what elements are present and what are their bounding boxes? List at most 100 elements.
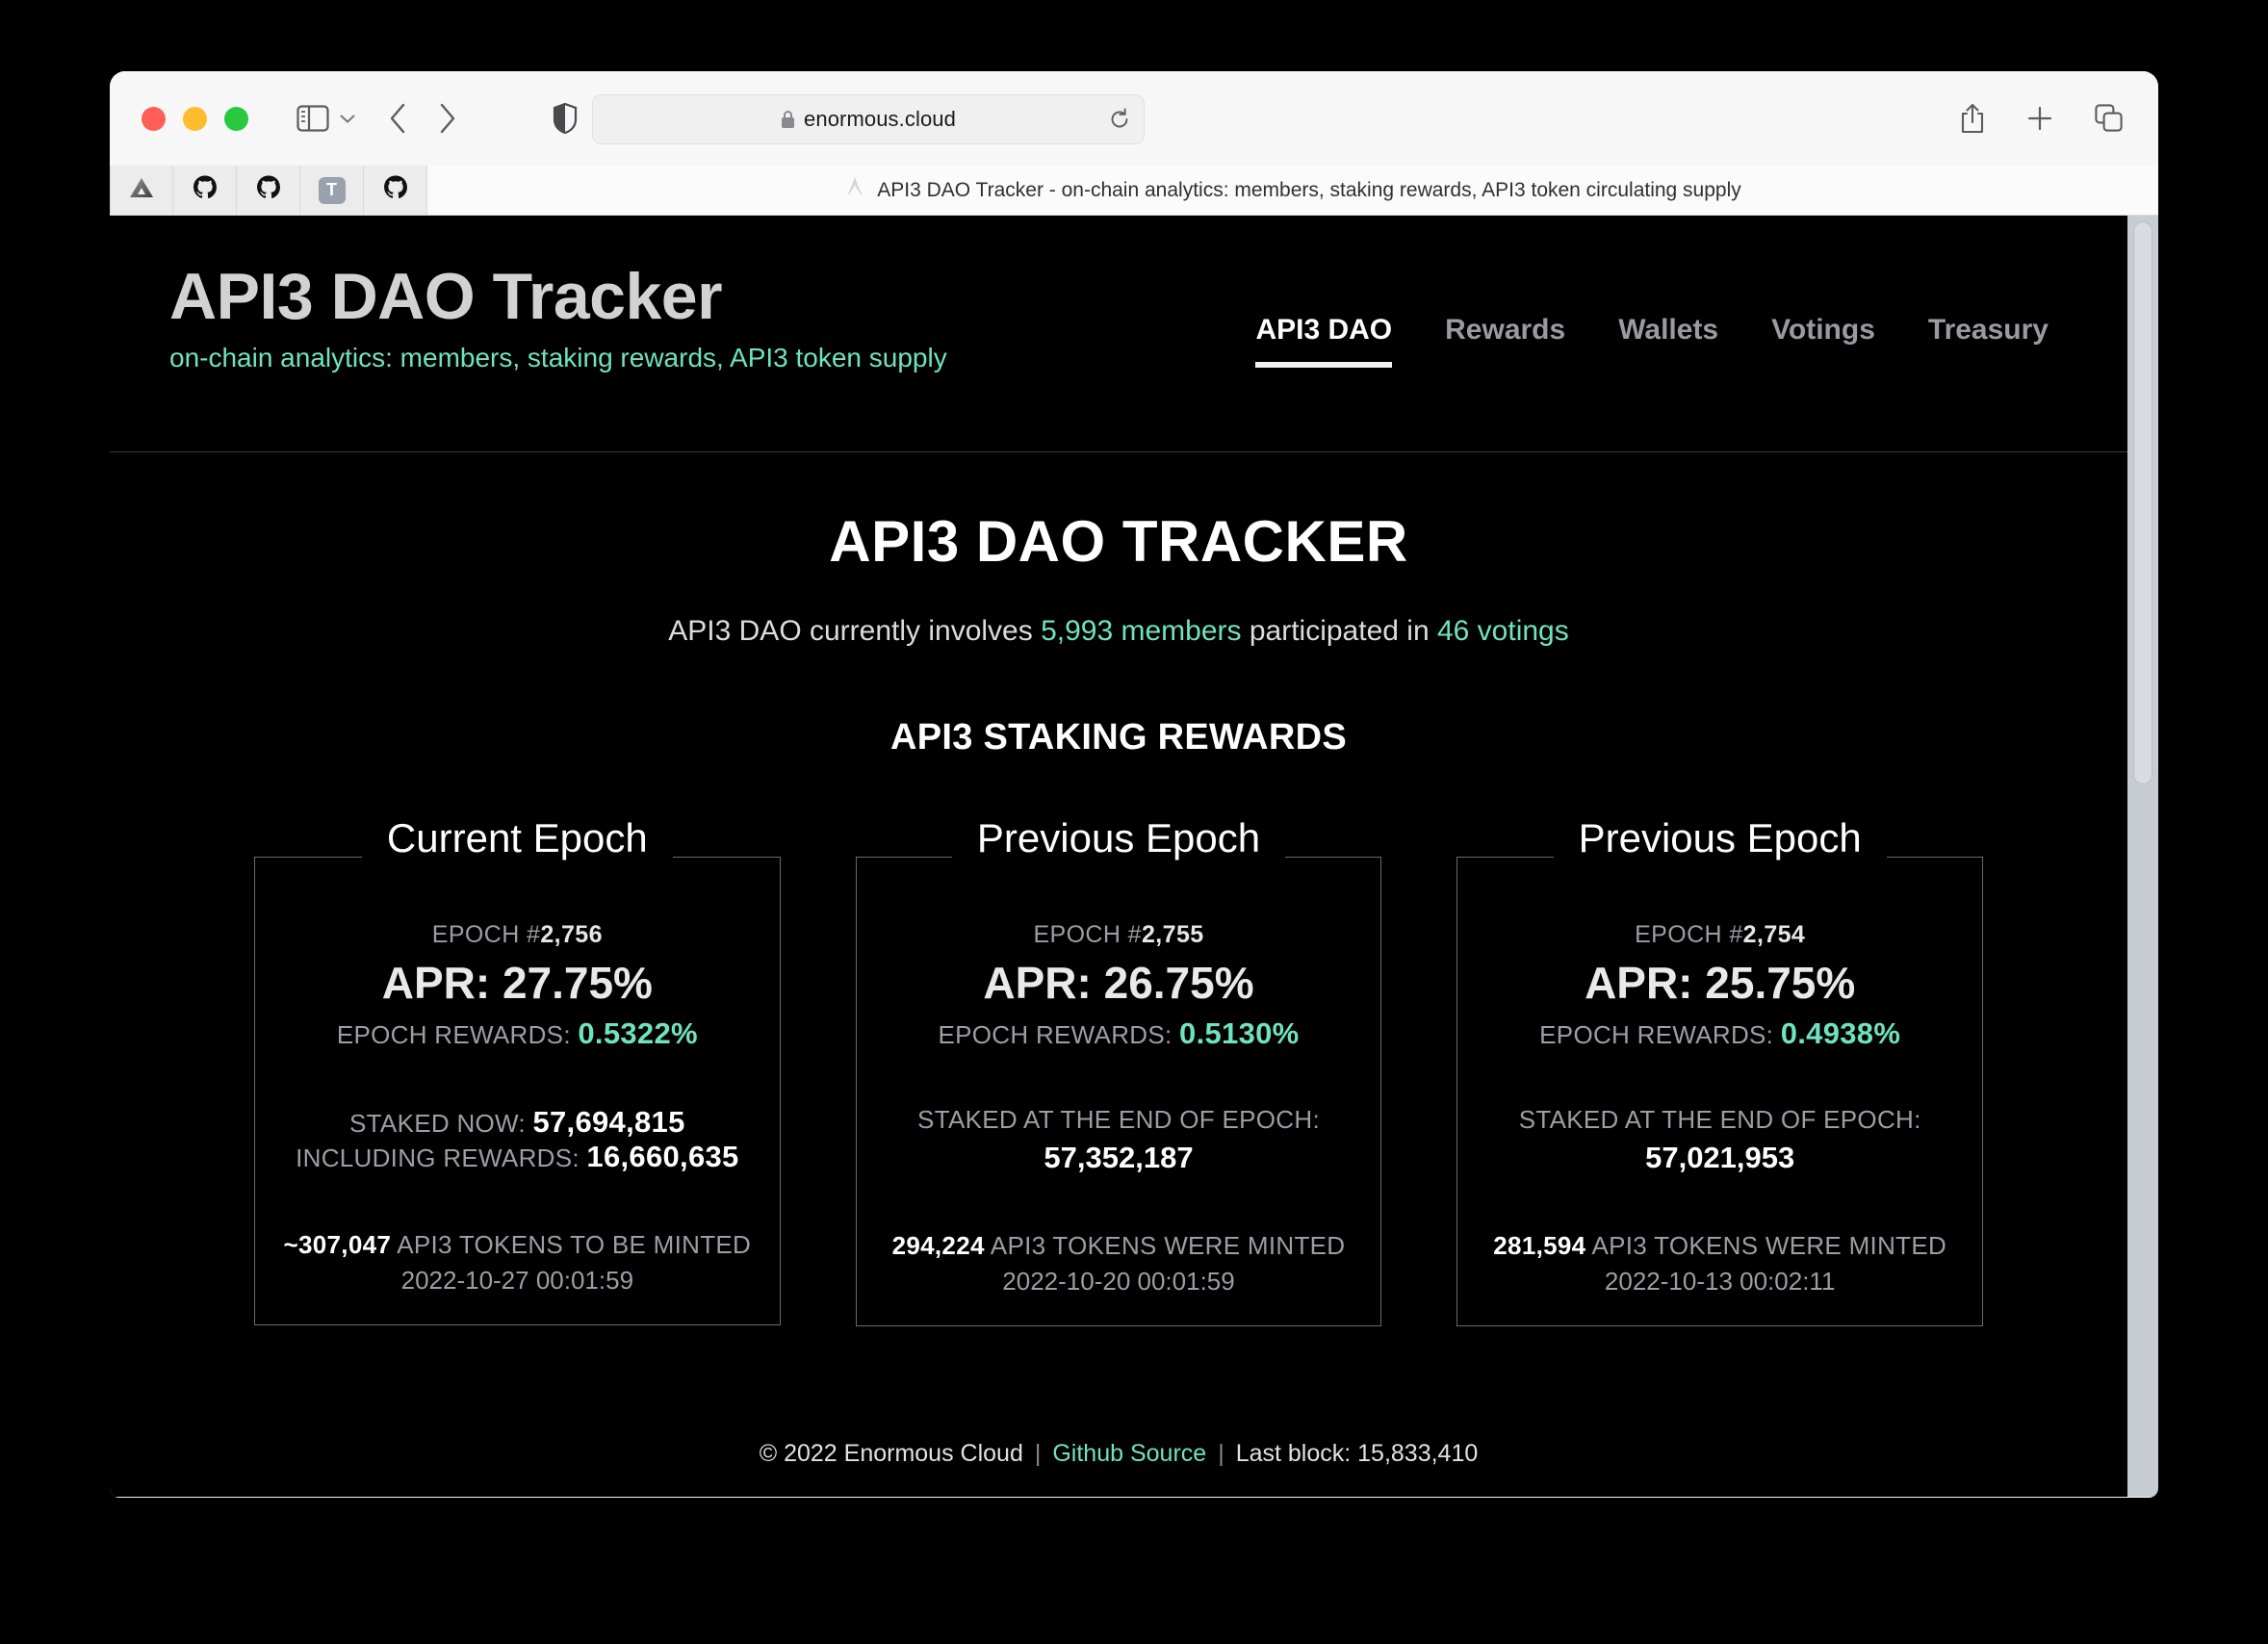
involvement-summary: API3 DAO currently involves 5,993 member… — [110, 615, 2127, 648]
epoch-rewards-label: EPOCH REWARDS: — [336, 1020, 579, 1049]
copyright-text: © 2022 Enormous Cloud — [759, 1440, 1023, 1467]
minted-date: 2022-10-13 00:02:11 — [1604, 1267, 1836, 1296]
epoch-card-previous-1: Previous Epoch EPOCH #2,755 APR: 26.75% … — [855, 787, 1382, 1326]
minted-block: 281,594 API3 TOKENS WERE MINTED 2022-10-… — [1477, 1231, 1963, 1297]
minted-line: ~307,047 API3 TOKENS TO BE MINTED — [274, 1230, 760, 1260]
staked-now-line: STAKED NOW: 57,694,815 — [274, 1105, 760, 1140]
minted-value: 281,594 — [1493, 1231, 1586, 1260]
lock-icon — [781, 110, 795, 129]
brand-block: API3 DAO Tracker on-chain analytics: mem… — [152, 262, 947, 373]
minted-value: 294,224 — [891, 1231, 985, 1260]
footer-divider: | — [1218, 1440, 1224, 1467]
epoch-card-frame: EPOCH #2,754 APR: 25.75% EPOCH REWARDS: … — [1456, 857, 1984, 1326]
github-icon — [383, 175, 408, 205]
epoch-rewards-line: EPOCH REWARDS: 0.4938% — [1477, 1016, 1963, 1051]
epoch-card-current: Current Epoch EPOCH #2,756 APR: 27.75% E… — [254, 787, 781, 1326]
github-icon — [193, 175, 218, 205]
epoch-rewards-label: EPOCH REWARDS: — [1539, 1020, 1781, 1049]
involvement-prefix: API3 DAO currently involves — [668, 615, 1042, 647]
minted-date: 2022-10-27 00:01:59 — [400, 1266, 634, 1295]
address-bar[interactable]: enormous.cloud — [592, 94, 1145, 144]
epoch-rewards-line: EPOCH REWARDS: 0.5322% — [274, 1016, 760, 1051]
letter-t-icon: T — [318, 176, 346, 204]
site-title: API3 DAO Tracker — [169, 260, 723, 333]
members-link[interactable]: 5,993 members — [1041, 615, 1241, 647]
minted-block: ~307,047 API3 TOKENS TO BE MINTED 2022-1… — [274, 1230, 760, 1296]
tab-overview-icon[interactable] — [2095, 104, 2124, 133]
site-footer: © 2022 Enormous Cloud | Github Source | Last… — [110, 1440, 2127, 1468]
site-subtitle: on-chain analytics: members, staking rew… — [169, 343, 947, 373]
page-scrollbar[interactable] — [2127, 216, 2158, 1497]
epoch-apr: APR: 25.75% — [1585, 958, 1856, 1008]
staked-end-value: 57,021,953 — [1645, 1141, 1795, 1174]
close-window-button[interactable] — [142, 106, 166, 131]
epoch-card-title: Previous Epoch — [1553, 818, 1887, 859]
staked-now-value: 57,694,815 — [532, 1105, 685, 1139]
scrollbar-thumb[interactable] — [2133, 221, 2152, 784]
epoch-rewards-value: 0.4938% — [1780, 1016, 1901, 1050]
staked-end-label: STAKED AT THE END OF EPOCH: — [917, 1105, 1320, 1134]
nav-item-treasury[interactable]: Treasury — [1928, 314, 2049, 368]
active-tab-title: API3 DAO Tracker - on-chain analytics: m… — [877, 178, 1741, 201]
page-title: API3 DAO TRACKER — [829, 509, 1408, 574]
nav-item-api3-dao[interactable]: API3 DAO — [1255, 314, 1392, 368]
sidebar-toggle-icon[interactable] — [296, 105, 329, 132]
pinned-tab-github-2[interactable] — [237, 166, 300, 215]
staking-rewards-heading: API3 STAKING REWARDS — [889, 717, 1347, 758]
pinned-tab-github-3[interactable] — [364, 166, 427, 215]
page-content: API3 DAO Tracker on-chain analytics: mem… — [110, 216, 2127, 1497]
nav-item-votings[interactable]: Votings — [1771, 314, 1875, 368]
epoch-apr: APR: 26.75% — [983, 958, 1254, 1008]
epoch-card-frame: EPOCH #2,755 APR: 26.75% EPOCH REWARDS: … — [855, 857, 1382, 1326]
epoch-rewards-label: EPOCH REWARDS: — [938, 1020, 1180, 1049]
including-rewards-value: 16,660,635 — [586, 1140, 739, 1173]
new-tab-icon[interactable] — [2026, 105, 2053, 132]
main-nav: API3 DAO Rewards Wallets Votings Treasur… — [1255, 262, 2085, 368]
chevron-down-icon[interactable] — [339, 113, 356, 124]
github-source-link[interactable]: Github Source — [1052, 1440, 1206, 1467]
epoch-card-title: Current Epoch — [361, 818, 673, 859]
pinned-tab-github-1[interactable] — [173, 166, 237, 215]
staked-end-value: 57,352,187 — [1044, 1141, 1194, 1174]
github-icon — [256, 175, 281, 205]
shield-privacy-icon[interactable] — [553, 103, 578, 134]
nav-item-rewards[interactable]: Rewards — [1445, 314, 1565, 368]
minted-line: 281,594 API3 TOKENS WERE MINTED — [1477, 1231, 1963, 1261]
epoch-label: EPOCH # — [431, 921, 541, 948]
epoch-rewards-value: 0.5322% — [578, 1016, 698, 1050]
epoch-card-previous-2: Previous Epoch EPOCH #2,754 APR: 25.75% … — [1456, 787, 1984, 1326]
share-icon[interactable] — [1960, 103, 1985, 134]
epoch-number: 2,754 — [1742, 921, 1806, 948]
forward-button[interactable] — [437, 103, 456, 134]
window-controls — [142, 106, 248, 131]
staked-block: STAKED AT THE END OF EPOCH: 57,021,953 — [1477, 1105, 1963, 1175]
epoch-apr: APR: 27.75% — [381, 958, 653, 1008]
epoch-number: 2,756 — [540, 921, 603, 948]
triangle-icon — [128, 176, 155, 204]
reload-icon[interactable] — [1109, 108, 1130, 131]
pinned-tab-vercel[interactable] — [110, 166, 173, 215]
maximize-window-button[interactable] — [224, 106, 248, 131]
staked-end-label: STAKED AT THE END OF EPOCH: — [1518, 1105, 1921, 1134]
back-button[interactable] — [389, 103, 408, 134]
api3-favicon — [844, 176, 865, 204]
epoch-number-line: EPOCH #2,754 — [1477, 921, 1963, 949]
votings-link[interactable]: 46 votings — [1437, 615, 1569, 647]
url-text: enormous.cloud — [804, 107, 956, 131]
epoch-rewards-line: EPOCH REWARDS: 0.5130% — [876, 1016, 1362, 1051]
minted-line: 294,224 API3 TOKENS WERE MINTED — [876, 1231, 1362, 1261]
tab-bar: T API3 DAO Tracker - on-chain analytics:… — [110, 166, 2158, 216]
involvement-middle: participated in — [1241, 615, 1437, 647]
web-page-viewport: API3 DAO Tracker on-chain analytics: mem… — [110, 216, 2158, 1497]
footer-divider: | — [1034, 1440, 1042, 1467]
including-rewards-line: INCLUDING REWARDS: 16,660,635 — [274, 1140, 760, 1174]
epoch-label: EPOCH # — [1635, 921, 1743, 948]
pinned-tab-t[interactable]: T — [300, 166, 364, 215]
epoch-card-title: Previous Epoch — [951, 818, 1286, 859]
nav-item-wallets[interactable]: Wallets — [1618, 314, 1718, 368]
staked-block: STAKED NOW: 57,694,815 INCLUDING REWARDS… — [274, 1105, 760, 1174]
main-content: API3 DAO TRACKER API3 DAO currently invo… — [110, 452, 2127, 1326]
active-tab[interactable]: API3 DAO Tracker - on-chain analytics: m… — [427, 166, 2158, 215]
minimize-window-button[interactable] — [183, 106, 207, 131]
minted-block: 294,224 API3 TOKENS WERE MINTED 2022-10-… — [876, 1231, 1362, 1297]
